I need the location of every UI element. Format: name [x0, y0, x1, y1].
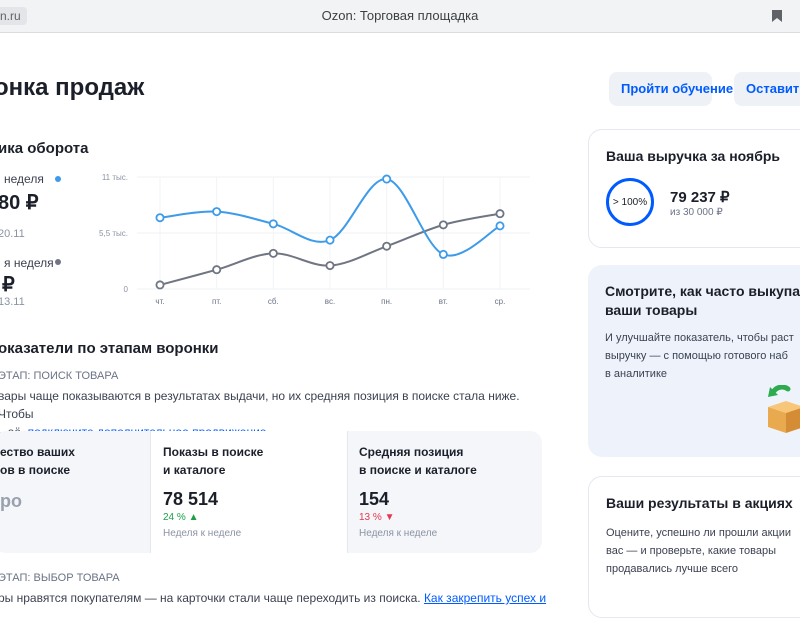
- metric-value: ро: [0, 491, 22, 511]
- stage2-label: ЭТАП: ВЫБОР ТОВАРА: [0, 572, 120, 584]
- y-tick-label: 0: [124, 285, 129, 294]
- metric-title: Показы в поиске и каталоге: [163, 445, 264, 477]
- training-button[interactable]: Пройти обучение: [609, 72, 733, 106]
- metric-subtitle: Неделя к неделе: [163, 528, 242, 539]
- x-tick-label: вс.: [325, 297, 335, 306]
- data-point: [382, 241, 392, 251]
- x-tick-label: ср.: [495, 297, 506, 306]
- buyout-title: Смотрите, как часто выкупа ваши товары: [605, 283, 800, 318]
- browser-toolbar: n.ru Ozon: Торговая площадка: [0, 0, 800, 33]
- stage1-text-line1: вары чаще показываются в результатах выд…: [0, 389, 520, 421]
- metric-subtitle: Неделя к неделе: [359, 528, 438, 539]
- metric-value: 154: [359, 489, 390, 509]
- revenue-target: из 30 000 ₽: [670, 207, 723, 218]
- data-point: [268, 219, 278, 229]
- metric-card-products[interactable]: ество ваших ов в поиске ро: [0, 431, 150, 553]
- metric-delta: 13 % ▼: [359, 512, 395, 523]
- data-point: [495, 221, 505, 231]
- x-tick-label: пн.: [381, 297, 392, 306]
- y-tick-label: 11 тыс.: [102, 173, 128, 182]
- arrow-down-icon: ▼: [384, 512, 395, 523]
- metric-delta: 24 % ▲: [163, 512, 199, 523]
- data-point: [325, 235, 335, 245]
- data-point: [438, 249, 448, 259]
- metric-title: Средняя позиция в поиске и каталоге: [359, 445, 477, 477]
- funnel-title: оказатели по этапам воронки: [0, 340, 219, 357]
- data-point: [382, 174, 392, 184]
- promo-text: Оцените, успешно ли прошли акции вас — и…: [606, 527, 792, 575]
- buyout-text: И улучшайте показатель, чтобы раст выруч…: [605, 332, 794, 380]
- bookmark-icon[interactable]: [772, 10, 782, 22]
- data-point: [212, 265, 222, 275]
- metric-card-impressions[interactable]: Показы в поиске и каталоге 78 514 24 % ▲ …: [150, 431, 348, 553]
- progress-ring: > 100%: [606, 178, 654, 226]
- box-illustration-icon: [768, 385, 800, 433]
- data-point: [268, 248, 278, 258]
- revenue-amount: 79 237 ₽: [670, 189, 730, 206]
- window-title: Ozon: Торговая площадка: [321, 8, 479, 23]
- metric-card-position[interactable]: Средняя позиция в поиске и каталоге 154 1…: [346, 431, 542, 553]
- x-tick-label: чт.: [155, 297, 164, 306]
- buyout-panel[interactable]: Смотрите, как часто выкупа ваши товары И …: [588, 265, 800, 457]
- feedback-button[interactable]: Оставить: [734, 72, 800, 106]
- promo-title: Ваши результаты в акциях: [606, 495, 793, 511]
- data-point: [155, 280, 165, 290]
- stage2-link[interactable]: Как закрепить успех и: [424, 591, 546, 605]
- turnover-chart: 11 тыс. 5,5 тыс. 0 чт. пт. сб. вс. пн. вт. ср.: [99, 173, 530, 306]
- metric-value: 78 514: [163, 489, 219, 509]
- metric-title: ество ваших ов в поиске: [0, 445, 75, 477]
- dynamics-title: ика оборота: [0, 140, 89, 157]
- arrow-up-icon: ▲: [188, 512, 199, 523]
- page-title: онка продаж: [0, 74, 145, 101]
- stage1-label: ЭТАП: ПОИСК ТОВАРА: [0, 370, 119, 382]
- x-tick-label: сб.: [268, 297, 279, 306]
- data-point: [212, 207, 222, 217]
- data-point: [495, 209, 505, 219]
- x-tick-label: вт.: [439, 297, 448, 306]
- data-point: [438, 220, 448, 230]
- data-point: [325, 261, 335, 271]
- stage2-text: ры нравятся покупателям — на карточки ст…: [0, 591, 547, 605]
- revenue-panel[interactable]: Ваша выручка за ноябрь > 100% 79 237 ₽ и…: [588, 129, 800, 248]
- y-tick-label: 5,5 тыс.: [99, 229, 128, 238]
- x-tick-label: пт.: [212, 297, 221, 306]
- promo-panel[interactable]: Ваши результаты в акциях Оцените, успешн…: [588, 476, 800, 618]
- revenue-title: Ваша выручка за ноябрь: [606, 148, 781, 164]
- data-point: [155, 213, 165, 223]
